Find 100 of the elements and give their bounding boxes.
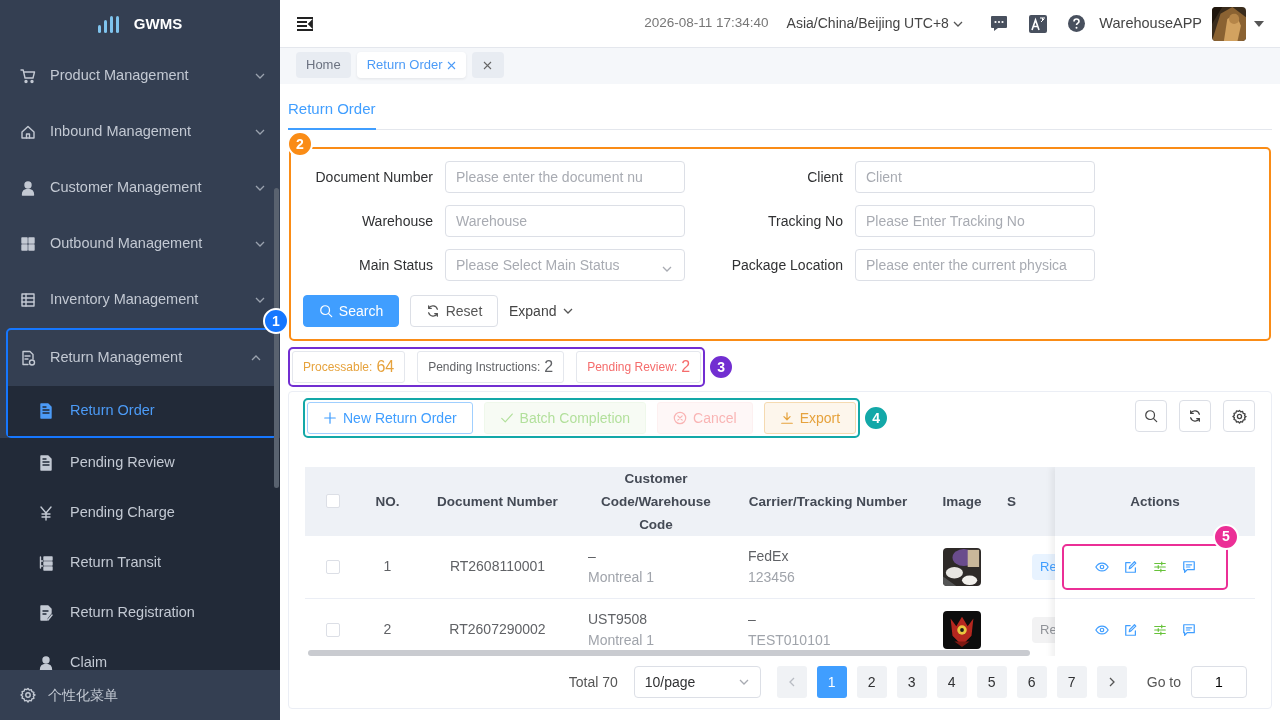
column-header: Customer Code/Warehouse Code xyxy=(600,469,712,534)
view-icon[interactable] xyxy=(1094,559,1109,574)
sliders-icon[interactable] xyxy=(1152,559,1167,574)
page-button[interactable]: 7 xyxy=(1056,666,1087,699)
close-icon[interactable] xyxy=(446,60,456,70)
sidebar-menu-item[interactable]: Inventory Management xyxy=(50,289,199,311)
expand-button[interactable]: Expand xyxy=(505,295,579,327)
help-icon[interactable] xyxy=(1068,15,1086,32)
page-button[interactable]: 3 xyxy=(896,666,927,699)
plus-icon xyxy=(323,411,337,425)
cancel-icon xyxy=(673,411,688,425)
sidebar-menu-item[interactable]: Product Management xyxy=(50,65,189,87)
input-field[interactable]: Warehouse xyxy=(445,205,685,237)
close-icon[interactable] xyxy=(483,60,493,70)
date-time: 2026-08-11 17:34:40 xyxy=(644,14,769,33)
checkbox[interactable] xyxy=(325,622,340,637)
logo-icon xyxy=(97,15,120,33)
refresh-icon xyxy=(1188,409,1202,423)
warehouse-code: Montreal 1 xyxy=(588,630,656,650)
field-label: Package Location xyxy=(730,255,843,275)
page-button[interactable]: 4 xyxy=(936,666,967,699)
document-icon xyxy=(20,350,36,366)
column-header: Document Number xyxy=(437,492,558,511)
tracking-number: 123456 xyxy=(748,567,796,587)
caret-icon[interactable] xyxy=(1254,20,1264,27)
carrier-name: – xyxy=(748,609,757,629)
input-field[interactable]: Client xyxy=(855,161,1095,193)
scrollbar-thumb[interactable] xyxy=(308,649,1030,656)
sidebar-submenu-item[interactable]: Pending Charge xyxy=(70,502,175,524)
customer-code: – xyxy=(588,546,597,566)
list-icon xyxy=(38,555,54,571)
house-icon xyxy=(20,124,36,140)
go-to-label: Go to xyxy=(1146,672,1181,692)
table-icon xyxy=(20,292,36,308)
sliders-icon[interactable] xyxy=(1152,622,1167,637)
scrollbar-thumb[interactable] xyxy=(274,188,279,488)
app-logo-text: GWMS xyxy=(133,13,183,34)
yen-icon xyxy=(38,505,54,521)
field-label: Warehouse xyxy=(360,211,433,231)
document-icon xyxy=(38,403,54,419)
menu-toggle-button[interactable] xyxy=(296,15,314,32)
page-button[interactable]: 5 xyxy=(976,666,1007,699)
settings-button[interactable] xyxy=(1223,400,1255,432)
status-count-tab[interactable]: Pending Instructions: 2 xyxy=(417,351,565,383)
input-field[interactable]: Please enter the document nu xyxy=(445,161,685,193)
document-edit-icon xyxy=(38,605,54,621)
comment-icon[interactable] xyxy=(1181,622,1196,637)
field-label: Main Status xyxy=(358,255,433,275)
sidebar-submenu-item[interactable]: Return Order xyxy=(70,400,155,422)
gear-icon xyxy=(1231,408,1247,424)
user-name: WarehouseAPP xyxy=(1099,13,1202,33)
reset-button[interactable]: Reset xyxy=(410,295,498,327)
total-count: Total 70 xyxy=(568,672,618,692)
edit-icon[interactable] xyxy=(1123,559,1138,574)
person-icon xyxy=(20,180,36,196)
status-select[interactable]: Please Select Main Status xyxy=(445,249,685,281)
view-icon[interactable] xyxy=(1094,622,1109,637)
person-icon xyxy=(38,655,54,670)
page-size-select[interactable]: 10/page xyxy=(633,666,761,699)
table-cell-text: RT2607290002 xyxy=(449,620,546,640)
edit-icon[interactable] xyxy=(1123,622,1138,637)
checkbox[interactable] xyxy=(325,559,340,574)
page-number-input[interactable]: 1 xyxy=(1191,666,1247,699)
sidebar-submenu-item[interactable]: Return Registration xyxy=(70,602,195,624)
table-cell-text: 1 xyxy=(383,557,392,577)
document-icon xyxy=(38,455,54,471)
search-icon xyxy=(1144,409,1158,423)
search-button[interactable] xyxy=(1135,400,1167,432)
carrier-name: FedEx xyxy=(748,546,790,566)
timezone-dropdown[interactable]: Asia/China/Beijing UTC+8 xyxy=(786,13,965,34)
check-icon xyxy=(499,411,514,425)
translate-icon[interactable] xyxy=(1029,14,1048,33)
download-icon xyxy=(779,411,794,425)
sidebar-menu-item[interactable]: Customer Management xyxy=(50,177,202,199)
table-cell-text: 2 xyxy=(383,620,392,640)
field-label: Client xyxy=(806,167,843,187)
comment-icon[interactable] xyxy=(1181,559,1196,574)
search-icon xyxy=(318,304,333,318)
page-button[interactable]: 2 xyxy=(856,666,887,699)
customize-menu-button[interactable]: 个性化菜单 xyxy=(0,670,280,720)
sidebar-menu-item[interactable]: Outbound Management xyxy=(50,233,203,255)
warehouse-code: Montreal 1 xyxy=(588,567,656,587)
input-field[interactable]: Please enter the current physica xyxy=(855,249,1095,281)
checkbox[interactable] xyxy=(325,494,340,509)
input-field[interactable]: Please Enter Tracking No xyxy=(855,205,1095,237)
cart-icon xyxy=(20,68,36,84)
column-header: NO. xyxy=(375,492,400,511)
sidebar-menu-item[interactable]: Inbound Management xyxy=(50,121,192,143)
sidebar-menu-item[interactable]: Return Management xyxy=(50,347,183,369)
sidebar-submenu-item[interactable]: Claim xyxy=(70,652,108,670)
tracking-number: TEST010101 xyxy=(748,630,832,650)
customer-code: UST9508 xyxy=(588,609,649,629)
sidebar-submenu-item[interactable]: Pending Review xyxy=(70,452,175,474)
chat-icon[interactable] xyxy=(990,15,1009,32)
page-button[interactable]: 6 xyxy=(1016,666,1047,699)
sidebar-submenu-item[interactable]: Return Transit xyxy=(70,552,162,574)
column-header: S xyxy=(1007,492,1016,511)
refresh-button[interactable] xyxy=(1179,400,1211,432)
page-tab[interactable]: Home xyxy=(296,52,351,78)
column-header: Actions xyxy=(1130,492,1180,511)
